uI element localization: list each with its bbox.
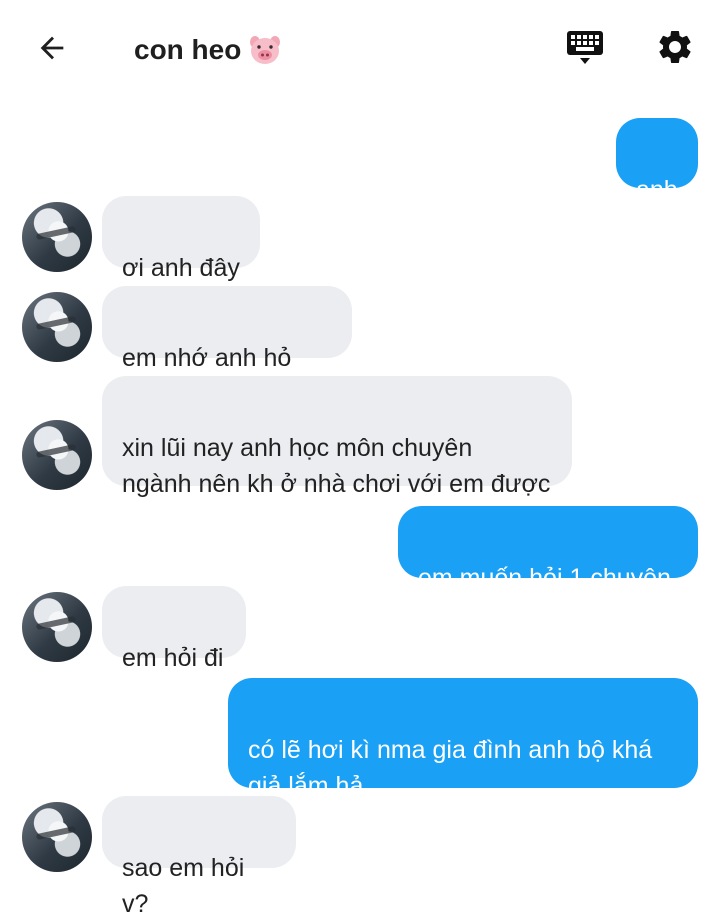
message-text: sao em hỏi v? xyxy=(122,854,245,918)
contact-avatar[interactable] xyxy=(22,592,92,662)
incoming-message[interactable]: em hỏi đi xyxy=(102,586,246,672)
contact-avatar[interactable] xyxy=(22,802,92,872)
contact-avatar[interactable] xyxy=(22,420,92,490)
outgoing-message[interactable]: có lẽ hơi kì nma gia đình anh bộ khá giả… xyxy=(228,678,698,800)
message-text: em muốn hỏi 1 chuyện xyxy=(418,564,671,592)
incoming-message[interactable]: xin lũi nay anh học môn chuyên ngành nên… xyxy=(102,376,572,498)
message-text: có lẽ hơi kì nma gia đình anh bộ khá giả… xyxy=(248,736,653,800)
outgoing-message[interactable]: em muốn hỏi 1 chuyện xyxy=(398,506,698,592)
message-text: anh xyxy=(636,176,678,204)
contact-avatar[interactable] xyxy=(22,292,92,362)
message-text: ơi anh đây xyxy=(122,254,240,282)
incoming-message[interactable]: em nhớ anh hỏ xyxy=(102,286,352,406)
message-text: em hỏi đi xyxy=(122,644,224,672)
outgoing-message[interactable]: anh xyxy=(616,118,698,204)
contact-avatar[interactable] xyxy=(22,202,92,272)
incoming-message[interactable]: ơi anh đây xyxy=(102,196,260,282)
message-text: xin lũi nay anh học môn chuyên ngành nên… xyxy=(122,434,551,498)
message-text: em nhớ anh hỏ xyxy=(122,344,292,372)
message-list[interactable]: anh ơi anh đây em nhớ anh hỏ xin lũi nay… xyxy=(0,0,720,918)
incoming-message[interactable]: sao em hỏi v? xyxy=(102,796,296,918)
